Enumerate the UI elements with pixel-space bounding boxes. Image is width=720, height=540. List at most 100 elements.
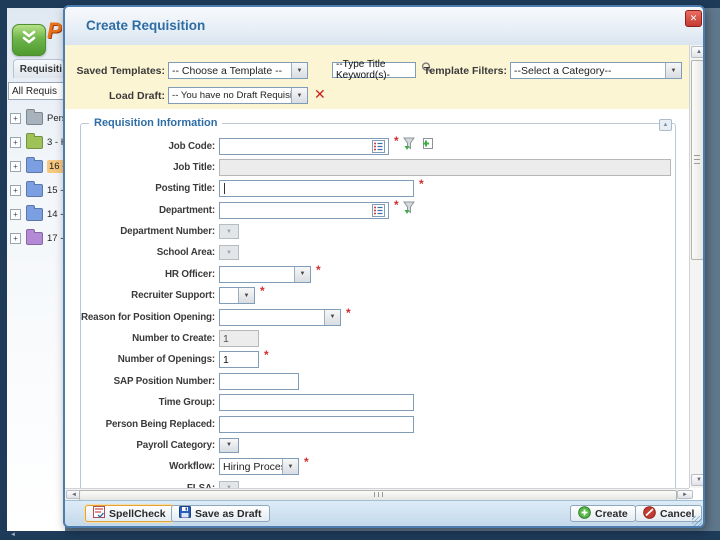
dialog-title: Create Requisition (86, 18, 206, 33)
required-marker: * (346, 305, 351, 320)
tab-requisitions[interactable]: Requisiti (13, 59, 64, 78)
field-label: Recruiter Support: (131, 290, 215, 302)
template-filters-label: Template Filters: (423, 65, 507, 77)
thumb-grip (694, 155, 700, 164)
template-band: Saved Templates: -- Choose a Template --… (65, 45, 689, 110)
chevron-down-icon[interactable]: ▼ (291, 63, 307, 78)
scroll-right-icon[interactable]: ► (677, 490, 693, 499)
expand-icon[interactable]: + (10, 160, 21, 172)
form-row: School Area: ▼ (65, 245, 689, 261)
requisition-view-select[interactable]: All Requis (8, 82, 64, 100)
title-keyword-input[interactable]: --Type Title Keyword(s)- (332, 59, 416, 81)
spellcheck-icon (93, 506, 105, 521)
dialog-resize-handle[interactable] (692, 516, 702, 526)
form-row: Job Title: (65, 158, 689, 176)
vertical-scroll-thumb[interactable] (691, 60, 703, 260)
tree-item-14[interactable]: + 14 - (8, 202, 64, 226)
chevron-down-icon[interactable]: ▼ (220, 438, 238, 452)
filter-funnel-icon[interactable] (402, 201, 416, 220)
form-row: Person Being Replaced: (65, 415, 689, 433)
form-row: Reason for Position Opening: ▼ * (65, 305, 689, 326)
clear-draft-icon[interactable]: ✕ (314, 86, 326, 103)
page-scroll-left-arrow[interactable]: ◄ (10, 532, 16, 538)
text-cursor (224, 183, 225, 195)
apply-template-icon[interactable] (419, 137, 434, 155)
close-icon[interactable]: ✕ (685, 10, 702, 27)
dialog-vertical-scrollbar[interactable]: ▲ ▼ (689, 45, 703, 488)
number-to-create-input: 1 (219, 330, 259, 348)
expand-icon[interactable]: + (10, 112, 21, 124)
payroll-category-select[interactable]: ▼ (219, 437, 239, 453)
recruiter-support-select[interactable]: ▼ (219, 287, 255, 305)
folder-icon (26, 132, 43, 149)
load-draft-select[interactable]: -- You have no Draft Requisitions ▼ (168, 87, 308, 104)
form-row: Time Group: (65, 394, 689, 412)
required-marker: * (304, 455, 309, 470)
dialog-footer: SpellCheck Save as Draft Create Cancel (65, 500, 703, 526)
field-label: Posting Title: (155, 183, 215, 195)
tree-item-15[interactable]: + 15 - (8, 178, 64, 202)
number-of-openings-input[interactable]: 1 (219, 351, 259, 369)
dialog-horizontal-scrollbar[interactable]: ◄ ► (65, 488, 693, 501)
create-button[interactable]: Create (570, 505, 636, 522)
field-label: Number to Create: (132, 333, 215, 345)
reason-for-position-opening-select[interactable]: ▼ (219, 308, 341, 326)
field-label: HR Officer: (164, 268, 215, 280)
expand-icon[interactable]: + (10, 184, 21, 196)
tree-item-personal[interactable]: + Perso (8, 106, 72, 130)
sidebar-collapse-button[interactable] (12, 24, 46, 56)
chevron-down-icon[interactable]: ▼ (324, 309, 340, 325)
thumb-grip (374, 492, 383, 497)
chevron-down-icon[interactable]: ▼ (294, 266, 310, 282)
time-group-input[interactable] (219, 394, 414, 412)
lookup-list-icon[interactable] (372, 203, 385, 217)
tree-item-16-selected[interactable]: + 16 - (8, 154, 68, 178)
chevron-down-icon[interactable]: ▼ (665, 63, 681, 78)
person-being-replaced-input[interactable] (219, 415, 414, 433)
chevron-down-icon[interactable]: ▼ (282, 459, 298, 475)
load-draft-label: Load Draft: (109, 90, 165, 102)
expand-icon[interactable]: + (10, 136, 21, 148)
folder-icon (26, 180, 43, 197)
folder-tree: + Perso + 3 - H + 16 - + 15 - + 14 - + 1… (8, 106, 72, 250)
field-label: Workflow: (169, 461, 215, 473)
spellcheck-button[interactable]: SpellCheck (85, 505, 174, 522)
form-row: Posting Title: * (65, 177, 689, 198)
expand-icon[interactable]: + (10, 232, 21, 244)
field-label: Person Being Replaced: (105, 418, 216, 430)
lookup-list-icon[interactable] (372, 139, 385, 153)
collapse-section-icon[interactable]: ▲ (659, 119, 672, 131)
hr-officer-select[interactable]: ▼ (219, 265, 311, 283)
form-row: HR Officer: ▼ * (65, 264, 689, 283)
flsa-select: ▼ (219, 480, 239, 488)
required-marker: * (394, 197, 399, 212)
tree-item-17[interactable]: + 17 - (8, 226, 64, 250)
job-code-input[interactable] (219, 137, 389, 155)
chevron-down-icon[interactable]: ▼ (291, 88, 307, 103)
folder-icon (26, 228, 43, 245)
filter-funnel-icon[interactable] (402, 137, 416, 156)
template-filters-select[interactable]: --Select a Category-- ▼ (510, 62, 682, 79)
department-input[interactable] (219, 201, 389, 219)
scroll-down-icon[interactable]: ▼ (691, 474, 703, 486)
field-label: School Area: (156, 247, 215, 259)
floppy-disk-icon (179, 506, 191, 521)
form-row: Department Number: ▼ (65, 224, 689, 240)
required-marker: * (419, 177, 424, 192)
field-label: Job Code: (168, 140, 215, 152)
expand-icon[interactable]: + (10, 208, 21, 220)
job-title-input (219, 158, 671, 176)
posting-title-input[interactable] (219, 180, 414, 198)
workflow-select[interactable]: Hiring Process▼ (219, 458, 299, 476)
saved-templates-select[interactable]: -- Choose a Template -- ▼ (168, 62, 308, 79)
form-row: Recruiter Support: ▼ * (65, 285, 689, 305)
chevron-down-icon[interactable]: ▼ (238, 288, 254, 304)
sap-position-number-input[interactable] (219, 372, 299, 390)
form-row: Workflow: Hiring Process▼ * (65, 455, 689, 476)
field-label: Department: (158, 204, 215, 216)
scroll-up-icon[interactable]: ▲ (691, 46, 703, 58)
field-label: Reason for Position Opening: (80, 311, 215, 323)
save-as-draft-button[interactable]: Save as Draft (171, 505, 270, 522)
form-row: Number of Openings: 1 * (65, 349, 689, 369)
tree-item-3[interactable]: + 3 - H (8, 130, 68, 154)
